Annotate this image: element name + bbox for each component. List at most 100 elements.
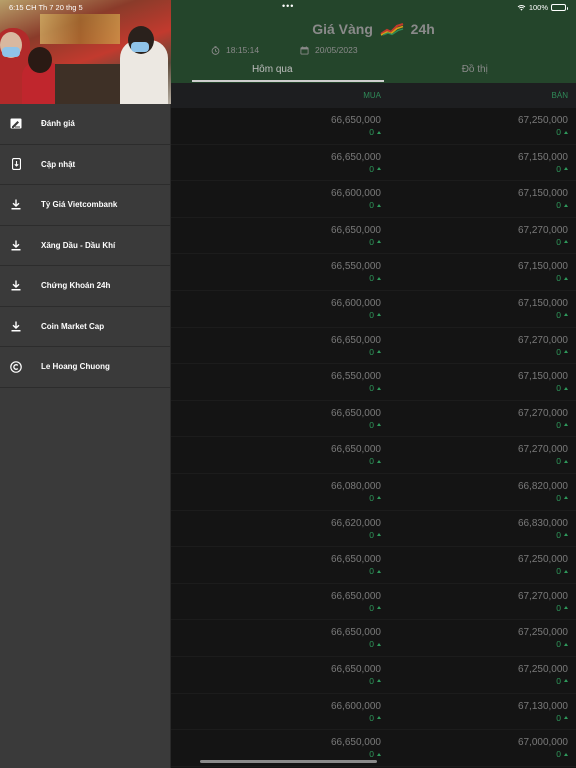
arrow-up-icon: [377, 679, 381, 683]
sell-price: 67,270,000: [517, 590, 568, 602]
buy-price: 66,550,000: [330, 371, 381, 383]
buy-price: 66,650,000: [330, 444, 381, 456]
table-row[interactable]: 66,600,000 0 67,150,000 0: [171, 181, 576, 218]
sell-change-value: 0: [556, 236, 561, 247]
sell-change: 0: [518, 493, 568, 503]
sidebar-item-update[interactable]: Cập nhật: [0, 145, 170, 185]
column-header-buy: MUA: [363, 91, 381, 100]
sell-change: 0: [518, 200, 568, 210]
buy-price: 66,650,000: [330, 151, 381, 163]
arrow-up-icon: [564, 496, 568, 500]
sell-price: 67,270,000: [517, 224, 568, 236]
sell-change: 0: [518, 420, 568, 430]
table-row[interactable]: 66,650,000 0 67,270,000 0: [171, 401, 576, 438]
sell-price: 67,250,000: [517, 554, 568, 566]
buy-change: 0: [331, 530, 381, 540]
sidebar-item-vietcombank[interactable]: Tỷ Giá Vietcombank: [0, 185, 170, 226]
buy-cell: 66,080,000 0: [331, 481, 381, 503]
buy-change: 0: [331, 347, 381, 357]
table-row[interactable]: 66,550,000 0 67,150,000 0: [171, 254, 576, 291]
multitasking-dots-icon[interactable]: •••: [282, 2, 294, 11]
table-row[interactable]: 66,620,000 0 66,830,000 0: [171, 511, 576, 548]
table-row[interactable]: 66,600,000 0 67,150,000 0: [171, 291, 576, 328]
table-row[interactable]: 66,650,000 0 67,270,000 0: [171, 584, 576, 621]
arrow-up-icon: [377, 459, 381, 463]
sell-change: 0: [518, 603, 568, 613]
sidebar-item-coin-market-cap[interactable]: Coin Market Cap: [0, 307, 170, 347]
sell-price: 67,150,000: [517, 188, 568, 200]
buy-cell: 66,650,000 0: [331, 627, 381, 649]
table-row[interactable]: 66,600,000 0 67,130,000 0: [171, 694, 576, 731]
sell-change-value: 0: [556, 346, 561, 357]
clock-icon: [211, 45, 220, 55]
sell-change-value: 0: [556, 566, 561, 577]
table-header: MUA BÁN: [171, 83, 576, 108]
buy-change-value: 0: [369, 602, 374, 613]
arrow-up-icon: [564, 350, 568, 354]
sidebar-item-label: Le Hoang Chuong: [41, 362, 110, 372]
table-row[interactable]: 66,650,000 0 67,270,000 0: [171, 218, 576, 255]
buy-change: 0: [331, 639, 381, 649]
table-row[interactable]: 66,650,000 0 67,270,000 0: [171, 328, 576, 365]
arrow-up-icon: [377, 130, 381, 134]
buy-price: 66,650,000: [330, 737, 381, 749]
column-header-sell: BÁN: [551, 91, 568, 100]
buy-change: 0: [331, 420, 381, 430]
table-row[interactable]: 66,080,000 0 66,820,000 0: [171, 474, 576, 511]
buy-price: 66,650,000: [330, 115, 381, 126]
arrow-up-icon: [564, 423, 568, 427]
sell-cell: 67,270,000 0: [518, 591, 568, 613]
sell-change-value: 0: [556, 383, 561, 394]
sell-change-value: 0: [556, 675, 561, 686]
buy-price: 66,600,000: [330, 700, 381, 712]
buy-cell: 66,600,000 0: [331, 188, 381, 210]
buy-change: 0: [331, 164, 381, 174]
arrow-up-icon: [564, 276, 568, 280]
sidebar-item-label: Chứng Khoán 24h: [41, 281, 111, 291]
arrow-up-icon: [377, 752, 381, 756]
arrow-up-icon: [564, 569, 568, 573]
main-panel: Giá Vàng 24h 18:15:14 20/05/2023 Hôm qua…: [171, 0, 576, 768]
table-row[interactable]: 66,650,000 0 67,250,000 0: [171, 657, 576, 694]
update-date[interactable]: 20/05/2023: [300, 45, 358, 55]
buy-price: 66,650,000: [330, 663, 381, 675]
table-row[interactable]: 66,550,000 0 67,150,000 0: [171, 364, 576, 401]
price-table[interactable]: 66,650,000 0 67,250,000 0 66,650,000 0 67,150,…: [171, 108, 576, 767]
table-row[interactable]: 66,650,000 0 67,250,000 0: [171, 620, 576, 657]
buy-change-value: 0: [369, 200, 374, 211]
sidebar-item-fuel[interactable]: Xăng Dầu - Dầu Khí: [0, 226, 170, 266]
arrow-up-icon: [377, 350, 381, 354]
buy-change-value: 0: [369, 383, 374, 394]
sidebar-item-rate[interactable]: Đánh giá: [0, 104, 170, 145]
sell-change-value: 0: [556, 273, 561, 284]
sell-change-value: 0: [556, 712, 561, 723]
sell-change-value: 0: [556, 163, 561, 174]
sell-cell: 67,150,000 0: [518, 298, 568, 320]
table-row[interactable]: 66,650,000 0 67,270,000 0: [171, 437, 576, 474]
buy-change-value: 0: [369, 529, 374, 540]
arrow-up-icon: [564, 679, 568, 683]
arrow-up-icon: [377, 386, 381, 390]
arrow-up-icon: [564, 752, 568, 756]
arrow-up-icon: [564, 533, 568, 537]
tab-chart[interactable]: Đồ thị: [374, 60, 576, 83]
buy-change-value: 0: [369, 419, 374, 430]
sell-cell: 67,150,000 0: [518, 371, 568, 393]
sell-price: 67,150,000: [517, 261, 568, 273]
sidebar-item-stocks[interactable]: Chứng Khoán 24h: [0, 266, 170, 307]
sell-change: 0: [518, 273, 568, 283]
calendar-icon: [300, 45, 309, 55]
buy-cell: 66,650,000 0: [331, 152, 381, 174]
sell-price: 67,250,000: [517, 663, 568, 675]
sell-change: 0: [518, 347, 568, 357]
buy-cell: 66,620,000 0: [331, 518, 381, 540]
table-row[interactable]: 66,650,000 0 67,250,000 0: [171, 108, 576, 145]
table-row[interactable]: 66,650,000 0 67,150,000 0: [171, 145, 576, 182]
sidebar-item-author[interactable]: Le Hoang Chuong: [0, 347, 170, 388]
arrow-up-icon: [564, 606, 568, 610]
table-row[interactable]: 66,650,000 0 67,250,000 0: [171, 547, 576, 584]
sell-cell: 67,270,000 0: [518, 225, 568, 247]
buy-cell: 66,550,000 0: [331, 371, 381, 393]
home-indicator[interactable]: [200, 760, 377, 763]
download-icon: [10, 239, 22, 251]
